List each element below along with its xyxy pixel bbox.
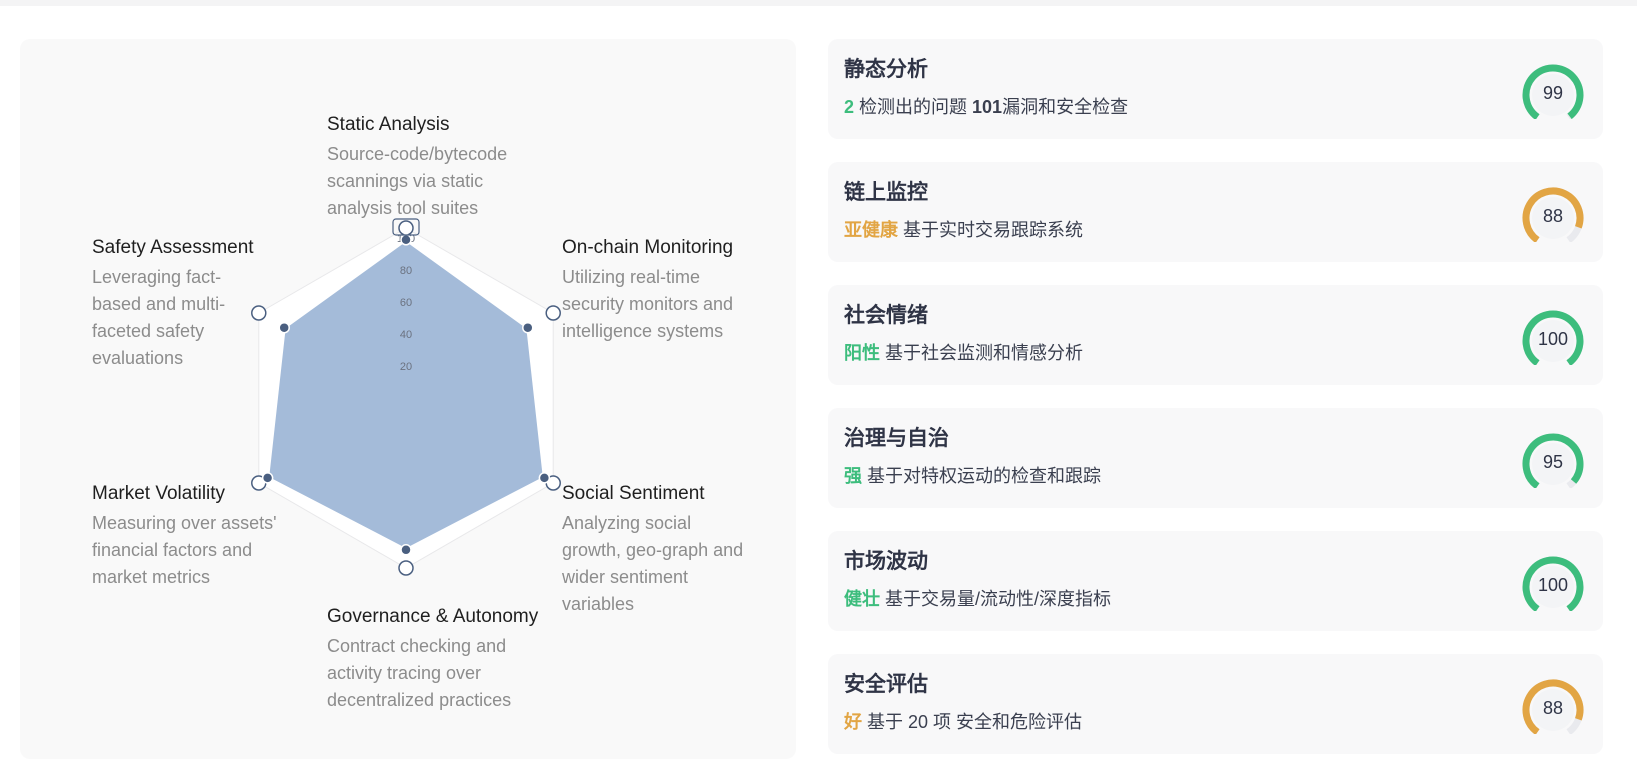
dimension-desc: Measuring over assets' financial factors… [92,510,277,591]
desc-line: market metrics [92,567,211,587]
score-gauge: 100 [1519,555,1587,611]
card-subtitle: 阳性 基于社会监测和情感分析 [844,339,1083,365]
desc-line: analysis tool suites [327,198,479,218]
score-gauge: 88 [1519,186,1587,242]
dimension-safety-assessment: Safety Assessment Leveraging fact- based… [92,236,254,372]
card-title: 社会情绪 [844,304,928,327]
card-title: 市场波动 [844,550,928,573]
desc-line: faceted safety [92,321,205,341]
subtitle-text: 基于 20 项 安全和危险评估 [862,712,1083,732]
desc-line: activity tracing over [327,663,482,683]
top-divider [0,0,1637,6]
subtitle-text: 基于交易量/流动性/深度指标 [880,589,1112,609]
score-card-market-volatility[interactable]: 市场波动 健壮 基于交易量/流动性/深度指标 100 [828,531,1603,631]
score-card-governance[interactable]: 治理与自治 强 基于对特权运动的检查和跟踪 95 [828,408,1603,508]
dimension-title: Safety Assessment [92,237,254,258]
desc-line: variables [562,594,635,614]
desc-line: scannings via static [327,171,484,191]
score-card-social-sentiment[interactable]: 社会情绪 阳性 基于社会监测和情感分析 100 [828,285,1603,385]
subtitle-text: 基于对特权运动的检查和跟踪 [862,466,1101,486]
score-card-onchain-monitoring[interactable]: 链上监控 亚健康 基于实时交易跟踪系统 88 [828,162,1603,262]
subtitle-text: 检测出的问题 [854,97,973,117]
card-title: 静态分析 [844,58,928,81]
desc-line: intelligence systems [562,321,724,341]
score-value: 99 [1542,83,1564,103]
dimension-title: Market Volatility [92,483,226,504]
desc-line: decentralized practices [327,690,512,710]
score-gauge: 100 [1519,309,1587,365]
dimension-onchain-monitoring: On-chain Monitoring Utilizing real-time … [562,236,733,345]
score-gauge: 95 [1519,432,1587,488]
score-value: 100 [1537,575,1569,595]
card-subtitle: 健壮 基于交易量/流动性/深度指标 [844,585,1111,611]
score-value: 95 [1542,452,1564,472]
status-highlight: 好 [844,712,862,732]
card-subtitle: 好 基于 20 项 安全和危险评估 [844,708,1082,734]
card-subtitle: 2 检测出的问题 101漏洞和安全检查 [844,93,1128,119]
card-title: 安全评估 [844,673,928,696]
dimension-social-sentiment: Social Sentiment Analyzing social growth… [562,482,743,618]
dimension-title: On-chain Monitoring [562,237,734,258]
status-highlight: 阳性 [844,343,880,363]
desc-line: Leveraging fact- [92,267,222,287]
desc-line: Source-code/bytecode [327,144,508,164]
desc-line: Measuring over assets' [92,513,277,533]
status-highlight: 2 [844,97,855,117]
dimension-title: Static Analysis [327,114,450,135]
card-title: 治理与自治 [844,427,949,450]
score-value: 88 [1542,206,1564,226]
dimension-desc: Utilizing real-time security monitors an… [562,264,733,345]
dimension-desc: Contract checking and activity tracing o… [327,633,538,714]
desc-line: growth, geo-graph and [562,540,744,560]
desc-line: based and multi- [92,294,226,314]
score-gauge: 88 [1519,678,1587,734]
score-value: 100 [1537,329,1569,349]
status-highlight: 亚健康 [844,220,898,240]
dimension-title: Social Sentiment [562,483,705,504]
dimension-desc: Analyzing social growth, geo-graph and w… [562,510,743,618]
score-card-static-analysis[interactable]: 静态分析 2 检测出的问题 101漏洞和安全检查 99 [828,39,1603,139]
score-value: 88 [1542,698,1564,718]
status-highlight: 健壮 [844,589,880,609]
desc-line: security monitors and [562,294,734,314]
subtitle-text: 基于实时交易跟踪系统 [898,220,1083,240]
card-subtitle: 强 基于对特权运动的检查和跟踪 [844,462,1101,488]
desc-line: wider sentiment [562,567,689,587]
score-card-safety-assessment[interactable]: 安全评估 好 基于 20 项 安全和危险评估 88 [828,654,1603,754]
dimension-title: Governance & Autonomy [327,606,539,627]
card-title: 链上监控 [844,181,928,204]
card-subtitle: 亚健康 基于实时交易跟踪系统 [844,216,1083,242]
dimension-desc: Leveraging fact- based and multi- facete… [92,264,254,372]
subtitle-text: 基于社会监测和情感分析 [880,343,1083,363]
subtitle-number: 101 [972,97,1003,117]
subtitle-rest: 漏洞和安全检查 [1002,97,1129,117]
desc-line: Analyzing social [562,513,692,533]
dimension-desc: Source-code/bytecode scannings via stati… [327,141,507,222]
dimension-governance-autonomy: Governance & Autonomy Contract checking … [327,605,538,714]
score-gauge: 99 [1519,63,1587,119]
desc-line: evaluations [92,348,184,368]
desc-line: Utilizing real-time [562,267,701,287]
desc-line: Contract checking and [327,636,507,656]
desc-line: financial factors and [92,540,253,560]
status-highlight: 强 [844,466,862,486]
dimension-static-analysis: Static Analysis Source-code/bytecode sca… [327,113,507,222]
dimension-market-volatility: Market Volatility Measuring over assets'… [92,482,277,591]
